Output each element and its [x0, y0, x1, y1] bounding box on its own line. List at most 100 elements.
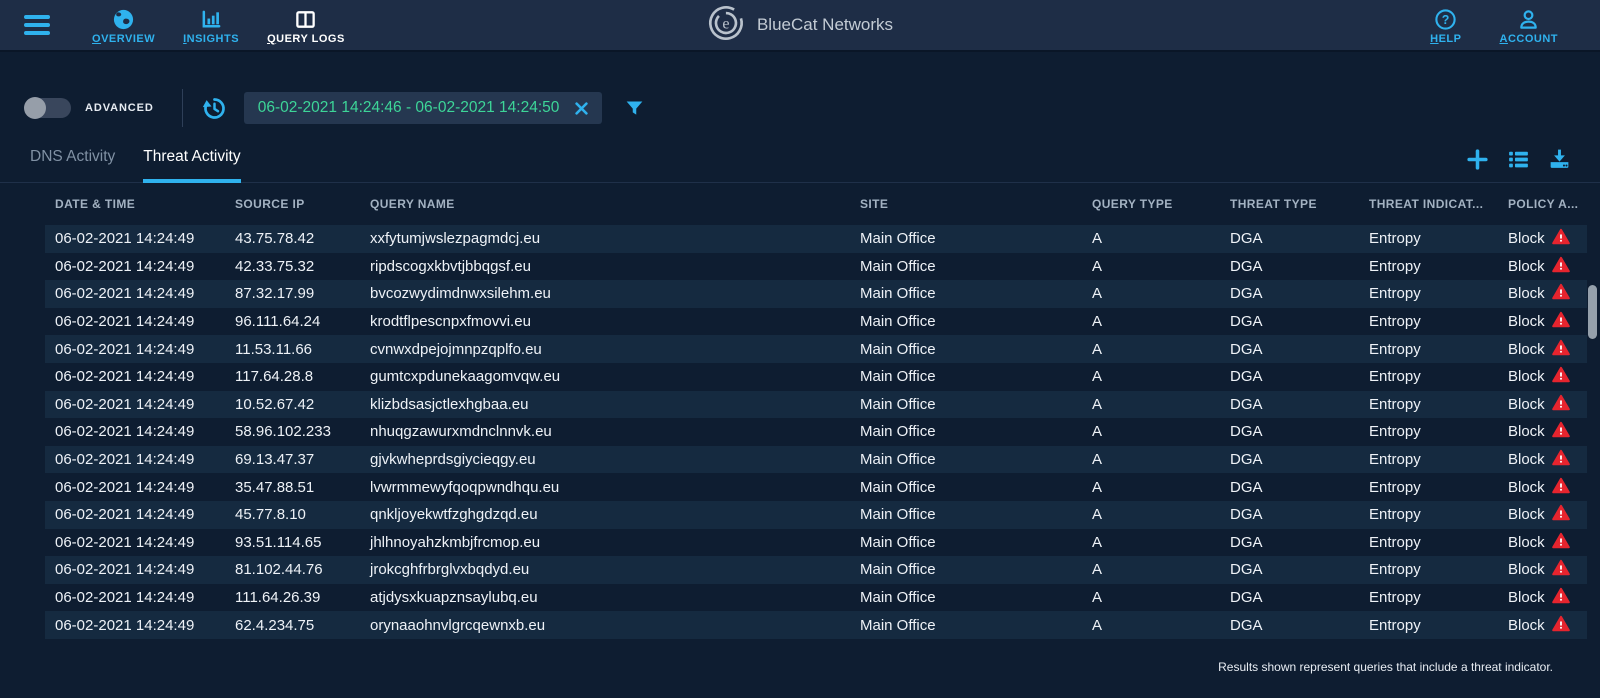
cell-query-name: jrokcghfrbrglvxbqdyd.eu — [360, 561, 850, 578]
download-icon[interactable] — [1547, 147, 1572, 172]
cell-site: Main Office — [850, 561, 1082, 578]
column-header-site[interactable]: SITE — [850, 197, 1082, 211]
policy-action-label: Block — [1508, 451, 1545, 468]
cell-threat-indicator: Entropy — [1359, 479, 1498, 496]
cell-threat-indicator: Entropy — [1359, 617, 1498, 634]
nav-item-overview[interactable]: OVERVIEW — [78, 4, 169, 47]
cell-query-type: A — [1082, 313, 1220, 330]
policy-action-label: Block — [1508, 506, 1545, 523]
table-row[interactable]: 06-02-2021 14:24:49 96.111.64.24 krodtfl… — [45, 308, 1587, 336]
warning-triangle-icon — [1552, 559, 1570, 580]
cell-policy-action: Block — [1498, 615, 1587, 636]
warning-triangle-icon — [1552, 394, 1570, 415]
history-icon[interactable] — [201, 95, 228, 122]
table-row[interactable]: 06-02-2021 14:24:49 11.53.11.66 cvnwxdpe… — [45, 335, 1587, 363]
column-header-source-ip[interactable]: SOURCE IP — [225, 197, 360, 211]
nav-item-account[interactable]: ACCOUNT — [1485, 4, 1572, 47]
cell-policy-action: Block — [1498, 449, 1587, 470]
advanced-toggle[interactable] — [25, 98, 71, 118]
policy-action-label: Block — [1508, 534, 1545, 551]
warning-triangle-icon — [1552, 615, 1570, 636]
globe-icon — [112, 8, 135, 31]
bluecat-logo-icon: e — [707, 4, 745, 47]
nav-label-query-logs: QUERY LOGS — [267, 33, 345, 45]
column-header-threat-indicator[interactable]: THREAT INDICAT... — [1359, 197, 1498, 211]
divider — [182, 89, 183, 127]
nav-item-query-logs[interactable]: QUERY LOGS — [253, 4, 359, 47]
table-body: 06-02-2021 14:24:49 43.75.78.42 xxfytumj… — [45, 225, 1587, 639]
cell-query-type: A — [1082, 479, 1220, 496]
cell-policy-action: Block — [1498, 228, 1587, 249]
cell-policy-action: Block — [1498, 559, 1587, 580]
cell-source-ip: 58.96.102.233 — [225, 423, 360, 440]
column-header-query-type[interactable]: QUERY TYPE — [1082, 197, 1220, 211]
table-row[interactable]: 06-02-2021 14:24:49 58.96.102.233 nhuqgz… — [45, 418, 1587, 446]
brand: e BlueCat Networks — [707, 0, 893, 50]
tab-dns-activity[interactable]: DNS Activity — [30, 148, 115, 183]
scrollbar-thumb[interactable] — [1588, 285, 1597, 339]
cell-query-type: A — [1082, 506, 1220, 523]
cell-site: Main Office — [850, 423, 1082, 440]
cell-source-ip: 96.111.64.24 — [225, 313, 360, 330]
warning-triangle-icon — [1552, 256, 1570, 277]
column-header-date-time[interactable]: DATE & TIME — [45, 197, 225, 211]
cell-threat-type: DGA — [1220, 341, 1359, 358]
table-row[interactable]: 06-02-2021 14:24:49 117.64.28.8 gumtcxpd… — [45, 363, 1587, 391]
nav-item-insights[interactable]: INSIGHTS — [169, 4, 253, 47]
cell-threat-indicator: Entropy — [1359, 368, 1498, 385]
table-row[interactable]: 06-02-2021 14:24:49 10.52.67.42 klizbdsa… — [45, 391, 1587, 419]
cell-threat-type: DGA — [1220, 313, 1359, 330]
cell-date-time: 06-02-2021 14:24:49 — [45, 313, 225, 330]
list-view-icon[interactable] — [1506, 147, 1531, 172]
cell-date-time: 06-02-2021 14:24:49 — [45, 423, 225, 440]
table-row[interactable]: 06-02-2021 14:24:49 42.33.75.32 ripdscog… — [45, 253, 1587, 281]
cell-source-ip: 87.32.17.99 — [225, 285, 360, 302]
nav-label-help: HELP — [1430, 33, 1461, 45]
cell-policy-action: Block — [1498, 283, 1587, 304]
table-row[interactable]: 06-02-2021 14:24:49 62.4.234.75 orynaaoh… — [45, 611, 1587, 639]
warning-triangle-icon — [1552, 228, 1570, 249]
policy-action-label: Block — [1508, 313, 1545, 330]
cell-date-time: 06-02-2021 14:24:49 — [45, 589, 225, 606]
cell-policy-action: Block — [1498, 311, 1587, 332]
cell-policy-action: Block — [1498, 421, 1587, 442]
policy-action-label: Block — [1508, 258, 1545, 275]
column-header-policy-action[interactable]: POLICY A... — [1498, 197, 1587, 211]
table-row[interactable]: 06-02-2021 14:24:49 43.75.78.42 xxfytumj… — [45, 225, 1587, 253]
warning-triangle-icon — [1552, 477, 1570, 498]
table-row[interactable]: 06-02-2021 14:24:49 81.102.44.76 jrokcgh… — [45, 556, 1587, 584]
table-row[interactable]: 06-02-2021 14:24:49 35.47.88.51 lvwrmmew… — [45, 473, 1587, 501]
cell-site: Main Office — [850, 313, 1082, 330]
cell-query-name: gumtcxpdunekaagomvqw.eu — [360, 368, 850, 385]
hamburger-menu-icon[interactable] — [24, 15, 50, 35]
cell-query-name: ripdscogxkbvtjbbqgsf.eu — [360, 258, 850, 275]
cell-query-type: A — [1082, 561, 1220, 578]
cell-query-name: krodtflpescnpxfmovvi.eu — [360, 313, 850, 330]
filter-funnel-icon[interactable] — [624, 98, 645, 119]
cell-site: Main Office — [850, 534, 1082, 551]
cell-query-name: jhlhnoyahzkmbjfrcmop.eu — [360, 534, 850, 551]
column-header-threat-type[interactable]: THREAT TYPE — [1220, 197, 1359, 211]
warning-triangle-icon — [1552, 366, 1570, 387]
table-row[interactable]: 06-02-2021 14:24:49 69.13.47.37 gjvkwhep… — [45, 446, 1587, 474]
table-row[interactable]: 06-02-2021 14:24:49 111.64.26.39 atjdysx… — [45, 584, 1587, 612]
plus-icon[interactable] — [1465, 147, 1490, 172]
cell-date-time: 06-02-2021 14:24:49 — [45, 617, 225, 634]
cell-policy-action: Block — [1498, 256, 1587, 277]
cell-source-ip: 43.75.78.42 — [225, 230, 360, 247]
table-row[interactable]: 06-02-2021 14:24:49 45.77.8.10 qnkljoyek… — [45, 501, 1587, 529]
cell-date-time: 06-02-2021 14:24:49 — [45, 230, 225, 247]
column-header-query-name[interactable]: QUERY NAME — [360, 197, 850, 211]
close-icon[interactable] — [575, 102, 588, 115]
date-range-chip[interactable]: 06-02-2021 14:24:46 - 06-02-2021 14:24:5… — [244, 92, 603, 124]
bar-chart-icon — [200, 8, 223, 31]
policy-action-label: Block — [1508, 285, 1545, 302]
table-row[interactable]: 06-02-2021 14:24:49 87.32.17.99 bvcozwyd… — [45, 280, 1587, 308]
nav-item-help[interactable]: ? HELP — [1416, 4, 1475, 47]
tab-threat-activity[interactable]: Threat Activity — [143, 148, 240, 183]
policy-action-label: Block — [1508, 589, 1545, 606]
cell-query-type: A — [1082, 617, 1220, 634]
cell-threat-indicator: Entropy — [1359, 396, 1498, 413]
footer-note: Results shown represent queries that inc… — [1218, 660, 1553, 674]
table-row[interactable]: 06-02-2021 14:24:49 93.51.114.65 jhlhnoy… — [45, 529, 1587, 557]
